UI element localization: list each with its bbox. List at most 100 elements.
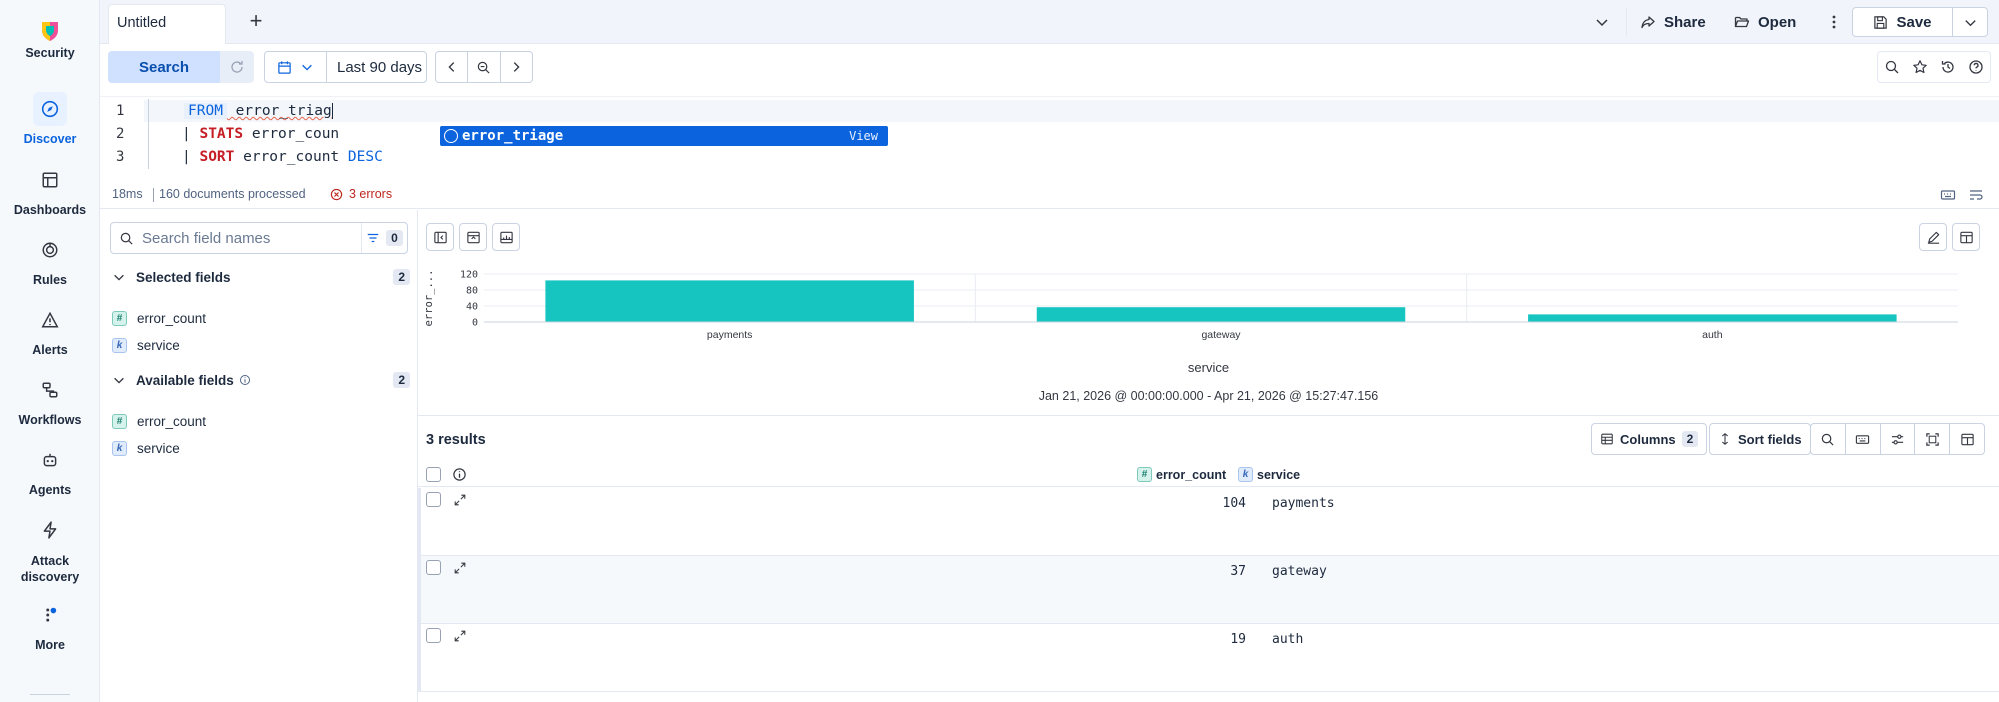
sort-fields-button[interactable]: Sort fields (1709, 423, 1811, 455)
fullscreen-button[interactable] (1915, 424, 1951, 454)
layout-button[interactable] (1950, 424, 1984, 454)
field-filter-button[interactable]: 0 (361, 223, 407, 253)
save-options-button[interactable] (1953, 8, 1987, 36)
available-fields-toggle[interactable]: Available fields 2 (112, 369, 410, 391)
add-tab-button[interactable]: + (244, 10, 268, 34)
x-tick-label: payments (707, 329, 753, 340)
search-button[interactable]: Search (108, 51, 220, 83)
field-item-error-count[interactable]: # error_count (112, 411, 206, 431)
row-indicator (418, 624, 421, 691)
sort-icon (1722, 433, 1728, 445)
date-range-label: Last 90 days (337, 58, 423, 76)
column-header-error-count[interactable]: # error_count (1137, 467, 1226, 482)
active-line-highlight (144, 100, 1999, 122)
field-item-service[interactable]: k service (112, 335, 180, 355)
search-results-button[interactable] (1811, 424, 1846, 454)
keyboard-shortcuts-button[interactable] (1940, 187, 1956, 206)
bar-chart: 0 40 80 120 error_... payments gateway auth (423, 270, 1958, 340)
date-picker[interactable]: Last 90 days (264, 51, 427, 83)
row-checkbox[interactable] (426, 492, 441, 507)
field-search-placeholder: Search field names (142, 229, 271, 247)
filter-count-badge: 0 (386, 230, 403, 246)
expand-icon[interactable] (453, 493, 467, 507)
tabs-menu-button[interactable] (1594, 10, 1610, 34)
wrap-lines-button[interactable] (1968, 187, 1984, 206)
main-panel: 0 40 80 120 error_... payments gateway auth ser… (418, 210, 1999, 702)
info-icon[interactable] (452, 467, 467, 482)
previous-time-button[interactable] (436, 52, 469, 82)
row-checkbox[interactable] (426, 628, 441, 643)
table-row[interactable]: 104 payments (418, 488, 1999, 556)
stats-keyword: STATS (199, 126, 244, 142)
table-row[interactable]: 37 gateway (418, 556, 1999, 624)
display-settings-button[interactable] (1881, 424, 1916, 454)
workflows-icon (33, 373, 67, 407)
nav-item-discover[interactable]: Discover (0, 92, 100, 146)
chevron-down-icon (1596, 19, 1608, 27)
keyboard-icon (1856, 434, 1870, 444)
nav-item-workflows[interactable]: Workflows (0, 373, 100, 427)
row-checkbox[interactable] (426, 560, 441, 575)
nav-item-dashboards[interactable]: Dashboards (0, 163, 100, 217)
field-search-input[interactable]: Search field names 0 (110, 222, 408, 254)
selected-fields-title: Selected fields (136, 269, 231, 285)
share-button[interactable]: Share (1640, 10, 1706, 34)
desc-keyword: DESC (347, 149, 383, 165)
table-row[interactable]: 19 auth (418, 624, 1999, 692)
next-time-button[interactable] (501, 52, 532, 82)
search-icon[interactable] (1884, 59, 1900, 75)
status-divider (153, 188, 154, 202)
nav-item-rules[interactable]: Rules (0, 233, 100, 287)
chart-layout-button[interactable] (1952, 223, 1980, 251)
indent-guide (148, 99, 149, 169)
query-status-bar: 18ms 160 documents processed 3 errors (100, 183, 1999, 209)
more-options-button[interactable] (1826, 10, 1842, 34)
select-all-checkbox[interactable] (426, 467, 441, 482)
layout-icon (1960, 433, 1974, 445)
toggle-chart-button[interactable] (459, 223, 487, 251)
field-item-error-count[interactable]: # error_count (112, 308, 206, 328)
save-button[interactable]: Save (1853, 8, 1953, 36)
field-item-service[interactable]: k service (112, 438, 180, 458)
selected-fields-toggle[interactable]: Selected fields 2 (112, 266, 410, 288)
zoom-out-button[interactable] (468, 52, 501, 82)
chart-options-button[interactable] (492, 223, 520, 251)
keyboard-shortcuts-button[interactable] (1846, 424, 1881, 454)
edit-visualization-button[interactable] (1919, 223, 1947, 251)
refresh-icon (231, 61, 243, 73)
expand-icon[interactable] (453, 561, 467, 575)
column-header-service[interactable]: k service (1238, 467, 1300, 482)
columns-count-badge: 2 (1681, 431, 1699, 447)
chevron-down-icon (114, 377, 124, 384)
auto-refresh-button[interactable] (220, 51, 254, 83)
cell-service: gateway (1272, 564, 1327, 579)
filter-icon (367, 233, 379, 243)
star-icon[interactable] (1912, 59, 1928, 75)
nav-item-security[interactable]: Security (0, 18, 100, 60)
suggestion-view-link[interactable]: View (849, 129, 888, 143)
info-icon[interactable] (239, 374, 251, 386)
query-editor[interactable]: 1 2 3 FROM error_triag | STATS error_cou… (100, 96, 1999, 170)
errors-indicator[interactable]: 3 errors (330, 187, 392, 201)
nav-item-more[interactable]: More (0, 598, 100, 652)
chart-x-axis-title: service (1187, 360, 1230, 375)
expand-icon[interactable] (453, 629, 467, 643)
help-icon[interactable] (1968, 59, 1984, 75)
tab-bar: Untitled + Share Open Save (100, 0, 1999, 44)
columns-button[interactable]: Columns 2 (1591, 423, 1708, 455)
tab-untitled[interactable]: Untitled (108, 4, 226, 44)
toggle-sidebar-button[interactable] (426, 223, 454, 251)
date-quick-menu[interactable] (265, 52, 327, 82)
nav-item-alerts[interactable]: Alerts (0, 303, 100, 357)
attack-discovery-icon (33, 513, 67, 547)
open-button[interactable]: Open (1734, 10, 1796, 34)
nav-item-agents[interactable]: Agents (0, 443, 100, 497)
column-name: error_count (1156, 467, 1227, 482)
field-name: service (137, 337, 180, 353)
suggestion-name: error_triage (462, 128, 564, 144)
history-icon[interactable] (1940, 59, 1956, 75)
topbar-divider (1626, 8, 1627, 36)
autocomplete-suggestion[interactable]: error_triage View (440, 126, 888, 146)
time-range-label: Jan 21, 2026 @ 00:00:00.000 - Apr 21, 20… (1038, 389, 1379, 403)
nav-item-attack-discovery[interactable]: Attack discovery (0, 513, 100, 585)
